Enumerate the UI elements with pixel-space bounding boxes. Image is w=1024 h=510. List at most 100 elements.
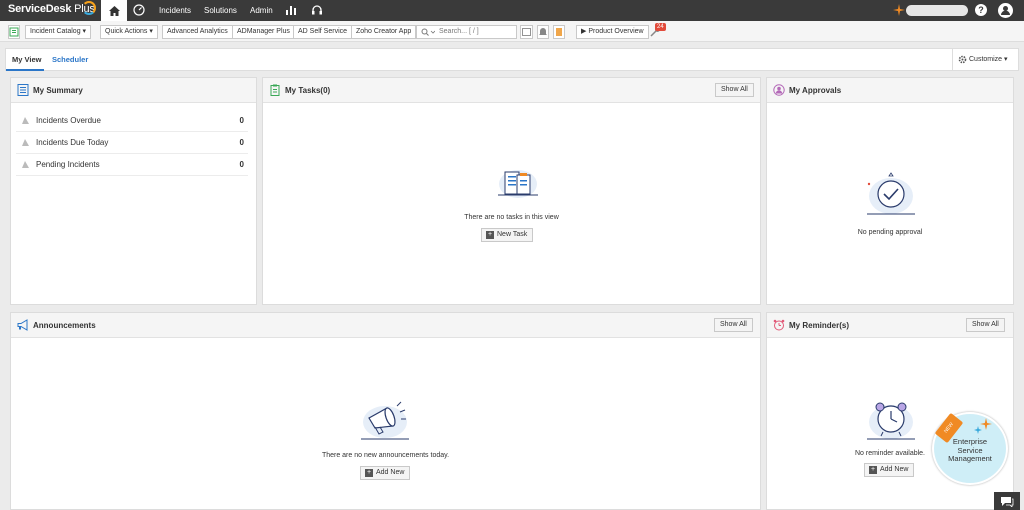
caret-down-icon: ▾ <box>1004 56 1008 63</box>
profile-avatar[interactable] <box>998 3 1013 18</box>
nav-admin[interactable]: Admin <box>250 6 273 15</box>
summary-label: Incidents Due Today <box>36 138 109 147</box>
user-name-pill[interactable] <box>906 5 968 16</box>
nav-incidents[interactable]: Incidents <box>159 6 191 15</box>
view-tabs-bar: My View Scheduler Customize ▾ <box>5 48 1019 71</box>
my-tasks-header: My Tasks(0) Show All <box>263 78 760 103</box>
tasks-empty-message: There are no tasks in this view <box>464 214 559 221</box>
tab-my-view[interactable]: My View <box>12 55 41 64</box>
enterprise-service-management-promo[interactable]: NEW Enterprise Service Management <box>932 412 1008 485</box>
incident-icon <box>22 117 29 124</box>
tasks-show-all-button[interactable]: Show All <box>715 83 754 97</box>
summary-row-incidents-overdue[interactable]: Incidents Overdue 0 <box>16 110 248 132</box>
my-reminders-header: My Reminder(s) Show All <box>767 313 1013 338</box>
sparkle-icon[interactable] <box>893 4 905 16</box>
search-icon <box>421 28 435 36</box>
reminders-show-all-button[interactable]: Show All <box>966 318 1005 332</box>
my-approvals-widget: My Approvals No pending approval <box>766 77 1014 305</box>
global-search-input[interactable]: Search... [ / ] <box>416 25 517 39</box>
caret-down-icon: ▾ <box>82 28 87 35</box>
new-request-icon <box>9 27 19 37</box>
summary-count[interactable]: 0 <box>240 116 244 125</box>
new-task-label: New Task <box>497 231 528 238</box>
add-reminder-button[interactable]: + Add New <box>864 463 915 477</box>
incident-catalog-label: Incident Catalog <box>30 28 81 35</box>
reports-chart-icon[interactable] <box>285 4 297 16</box>
user-profile-icon <box>1001 6 1010 15</box>
top-navigation-bar: ServiceDesk Plus Incidents Solutions Adm… <box>0 0 1024 21</box>
my-summary-title: My Summary <box>33 86 83 95</box>
my-approvals-header: My Approvals <box>767 78 1013 103</box>
announcements-header: Announcements Show All <box>11 313 760 338</box>
summary-label: Pending Incidents <box>36 160 100 169</box>
incident-icon <box>22 161 29 168</box>
announcements-title: Announcements <box>33 321 96 330</box>
add-new-label: Add New <box>880 466 909 473</box>
advanced-analytics-button[interactable]: Advanced Analytics <box>162 25 233 39</box>
my-approvals-title: My Approvals <box>789 86 842 95</box>
clipboard-icon <box>556 28 562 36</box>
brand-name: ServiceDesk <box>8 3 72 15</box>
bell-icon <box>539 28 547 35</box>
support-headset-icon[interactable] <box>311 4 323 16</box>
nav-solutions[interactable]: Solutions <box>204 6 237 15</box>
summary-label: Incidents Overdue <box>36 116 101 125</box>
search-placeholder: Search... [ / ] <box>439 28 479 35</box>
tasks-illustration-icon <box>498 170 538 198</box>
approvals-empty-message: No pending approval <box>857 229 923 236</box>
active-tab-indicator <box>6 69 44 71</box>
my-tasks-title: My Tasks(0) <box>285 86 331 95</box>
scan-icon <box>522 28 531 36</box>
plus-icon: + <box>486 231 494 239</box>
ad-self-service-button[interactable]: AD Self Service <box>293 25 353 39</box>
announcements-empty-message: There are no new announcements today. <box>321 452 450 459</box>
plus-icon: + <box>365 469 373 477</box>
quick-toolbar: Incident Catalog ▾ Quick Actions ▾ Advan… <box>0 21 1024 42</box>
product-overview-button[interactable]: ▶ Product Overview <box>576 25 649 39</box>
notification-count-badge: 24 <box>655 23 666 31</box>
logo-arc-icon <box>82 1 96 15</box>
zoho-creator-app-button[interactable]: Zoho Creator App <box>351 25 417 39</box>
promo-text: Enterprise Service Management <box>934 437 1006 464</box>
tab-scheduler[interactable]: Scheduler <box>52 55 88 64</box>
megaphone-icon <box>17 319 28 331</box>
my-reminders-title: My Reminder(s) <box>789 321 850 330</box>
approvals-user-icon <box>773 84 785 96</box>
summary-list-icon <box>17 84 29 96</box>
alarm-clock-icon <box>773 319 785 331</box>
summary-count[interactable]: 0 <box>240 138 244 147</box>
chat-bubble-icon <box>1001 497 1014 507</box>
announcement-megaphone-illustration-icon <box>361 401 409 440</box>
quick-actions-label: Quick Actions <box>105 28 148 35</box>
announcements-show-all-button[interactable]: Show All <box>714 318 753 332</box>
summary-row-pending-incidents[interactable]: Pending Incidents 0 <box>16 154 248 176</box>
clipboard-task-icon <box>270 84 280 96</box>
add-announcement-button[interactable]: + Add New <box>360 466 411 480</box>
new-task-button[interactable]: + New Task <box>481 228 534 242</box>
plus-icon: + <box>869 466 877 474</box>
summary-row-incidents-due-today[interactable]: Incidents Due Today 0 <box>16 132 248 154</box>
summary-count[interactable]: 0 <box>240 160 244 169</box>
home-tab[interactable] <box>101 0 127 21</box>
home-icon <box>108 5 120 16</box>
quick-actions-dropdown[interactable]: Quick Actions ▾ <box>100 25 158 39</box>
video-icon: ▶ <box>581 28 587 35</box>
incident-catalog-dropdown[interactable]: Incident Catalog ▾ <box>25 25 92 39</box>
clipboard-button[interactable] <box>553 25 565 39</box>
customize-dropdown[interactable]: Customize ▾ <box>952 49 1018 70</box>
my-summary-widget: My Summary Incidents Overdue 0 Incidents… <box>10 77 257 305</box>
announcements-widget: Announcements Show All There are no new … <box>10 312 761 510</box>
gear-icon <box>958 55 967 64</box>
product-overview-label: Product Overview <box>588 28 644 35</box>
dashboard-gauge-icon[interactable] <box>133 4 145 16</box>
notifications-button[interactable] <box>537 25 549 39</box>
sparkle-stars-icon <box>974 418 992 434</box>
my-summary-header: My Summary <box>11 78 256 103</box>
admanager-plus-button[interactable]: ADManager Plus <box>232 25 295 39</box>
chat-button[interactable] <box>994 492 1020 510</box>
customize-label: Customize <box>969 56 1003 63</box>
scan-button[interactable] <box>520 25 533 39</box>
help-icon[interactable]: ? <box>975 4 987 16</box>
new-request-button[interactable] <box>8 25 20 39</box>
my-tasks-widget: My Tasks(0) Show All There are no tasks … <box>262 77 761 305</box>
